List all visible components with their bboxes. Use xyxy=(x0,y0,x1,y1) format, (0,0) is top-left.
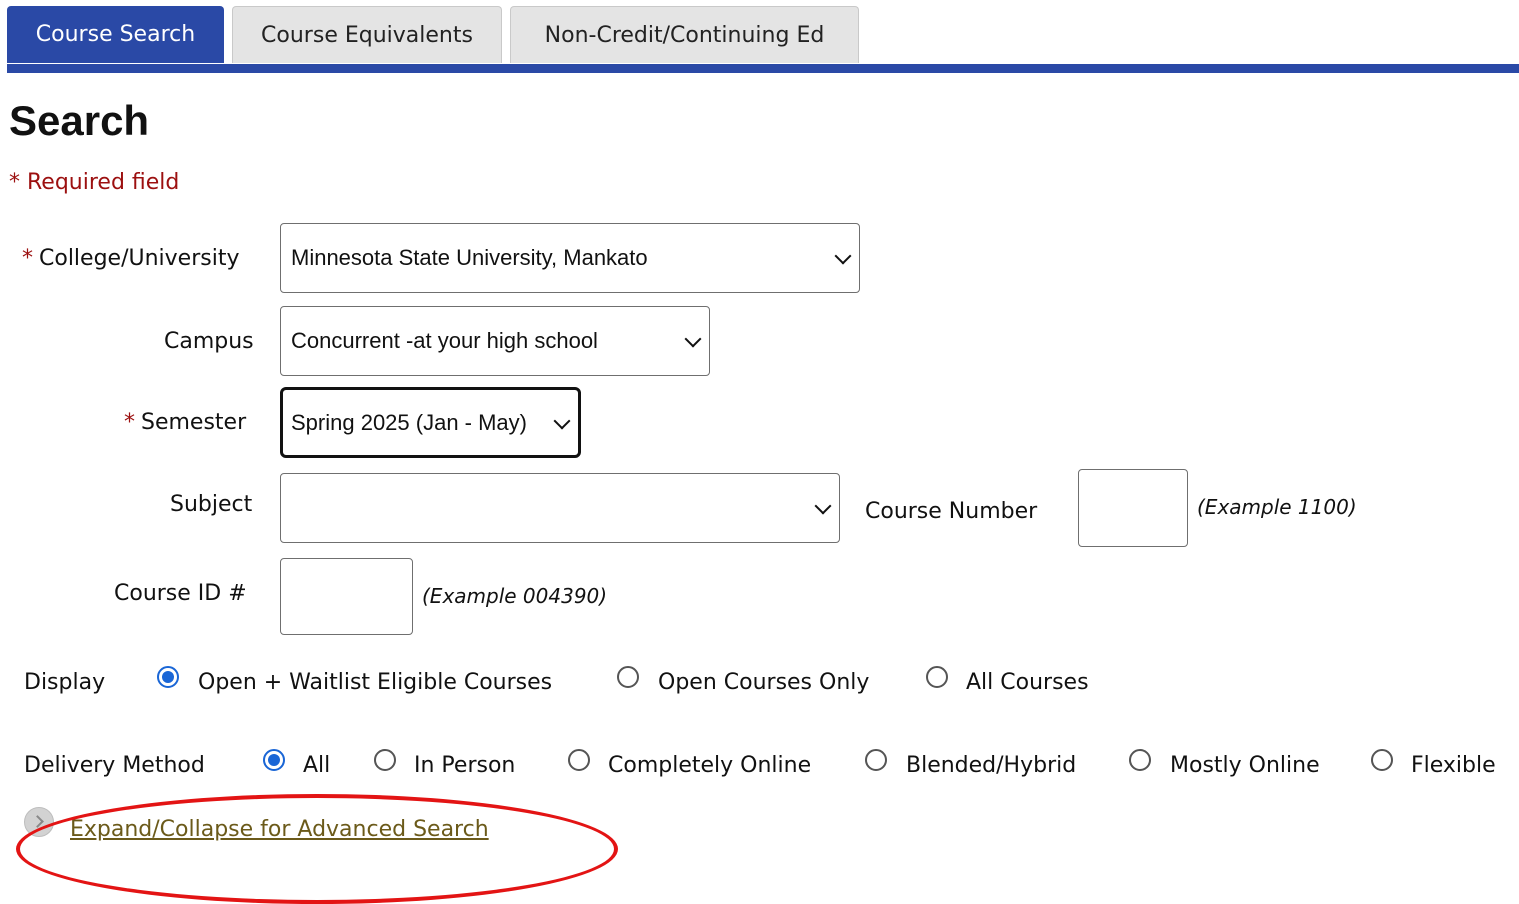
display-option-open-waitlist[interactable]: Open + Waitlist Eligible Courses xyxy=(198,670,552,695)
display-option-all[interactable]: All Courses xyxy=(966,670,1089,695)
display-label: Display xyxy=(24,670,106,695)
delivery-radio-in-person[interactable] xyxy=(374,749,396,771)
course-id-label: Course ID # xyxy=(114,581,247,606)
college-label-text: College/University xyxy=(39,246,240,271)
semester-label-text: Semester xyxy=(141,410,247,435)
delivery-radio-online[interactable] xyxy=(568,749,590,771)
campus-select[interactable]: Concurrent -at your high school xyxy=(280,306,710,376)
display-radio-open-only[interactable] xyxy=(617,666,639,688)
college-select[interactable]: Minnesota State University, Mankato xyxy=(280,223,860,293)
chevron-down-icon xyxy=(553,412,571,429)
semester-label: * Semester xyxy=(124,410,246,435)
required-field-note: * Required field xyxy=(9,170,180,195)
semester-select[interactable]: Spring 2025 (Jan - May) xyxy=(280,387,581,458)
page-title: Search xyxy=(9,97,150,144)
annotation-highlight-ellipse xyxy=(16,794,618,904)
delivery-option-flexible[interactable]: Flexible xyxy=(1411,753,1496,778)
delivery-option-all[interactable]: All xyxy=(303,753,330,778)
college-select-value: Minnesota State University, Mankato xyxy=(291,245,648,270)
display-radio-all[interactable] xyxy=(926,666,948,688)
tab-non-credit[interactable]: Non-Credit/Continuing Ed xyxy=(510,6,859,63)
course-number-label: Course Number xyxy=(865,499,1038,524)
college-label: * College/University xyxy=(22,246,239,271)
required-marker: * xyxy=(124,410,135,435)
course-number-example: (Example 1100) xyxy=(1197,495,1357,519)
tab-bar: Course Search Course Equivalents Non-Cre… xyxy=(0,0,1519,73)
subject-label: Subject xyxy=(170,492,253,517)
delivery-radio-all[interactable] xyxy=(263,749,285,771)
display-option-open-only[interactable]: Open Courses Only xyxy=(658,670,869,695)
delivery-method-label: Delivery Method xyxy=(24,753,205,778)
course-number-input[interactable] xyxy=(1078,469,1188,547)
delivery-option-in-person[interactable]: In Person xyxy=(414,753,515,778)
chevron-down-icon xyxy=(684,330,702,348)
campus-select-value: Concurrent -at your high school xyxy=(291,328,598,353)
delivery-option-hybrid[interactable]: Blended/Hybrid xyxy=(906,753,1076,778)
chevron-down-icon xyxy=(814,497,832,515)
tab-underline xyxy=(7,64,1519,73)
delivery-option-online[interactable]: Completely Online xyxy=(608,753,811,778)
delivery-radio-hybrid[interactable] xyxy=(865,749,887,771)
display-radio-open-waitlist[interactable] xyxy=(157,666,179,688)
chevron-down-icon xyxy=(834,247,852,265)
tab-course-equivalents[interactable]: Course Equivalents xyxy=(232,6,502,63)
delivery-option-mostly-online[interactable]: Mostly Online xyxy=(1170,753,1320,778)
delivery-radio-mostly-online[interactable] xyxy=(1129,749,1151,771)
required-marker: * xyxy=(22,246,33,271)
tab-course-search[interactable]: Course Search xyxy=(7,6,224,63)
subject-select[interactable] xyxy=(280,473,840,543)
semester-select-value: Spring 2025 (Jan - May) xyxy=(291,409,527,435)
delivery-radio-flexible[interactable] xyxy=(1371,749,1393,771)
course-id-example: (Example 004390) xyxy=(422,584,608,608)
campus-label: Campus xyxy=(164,329,254,354)
course-id-input[interactable] xyxy=(280,558,413,635)
